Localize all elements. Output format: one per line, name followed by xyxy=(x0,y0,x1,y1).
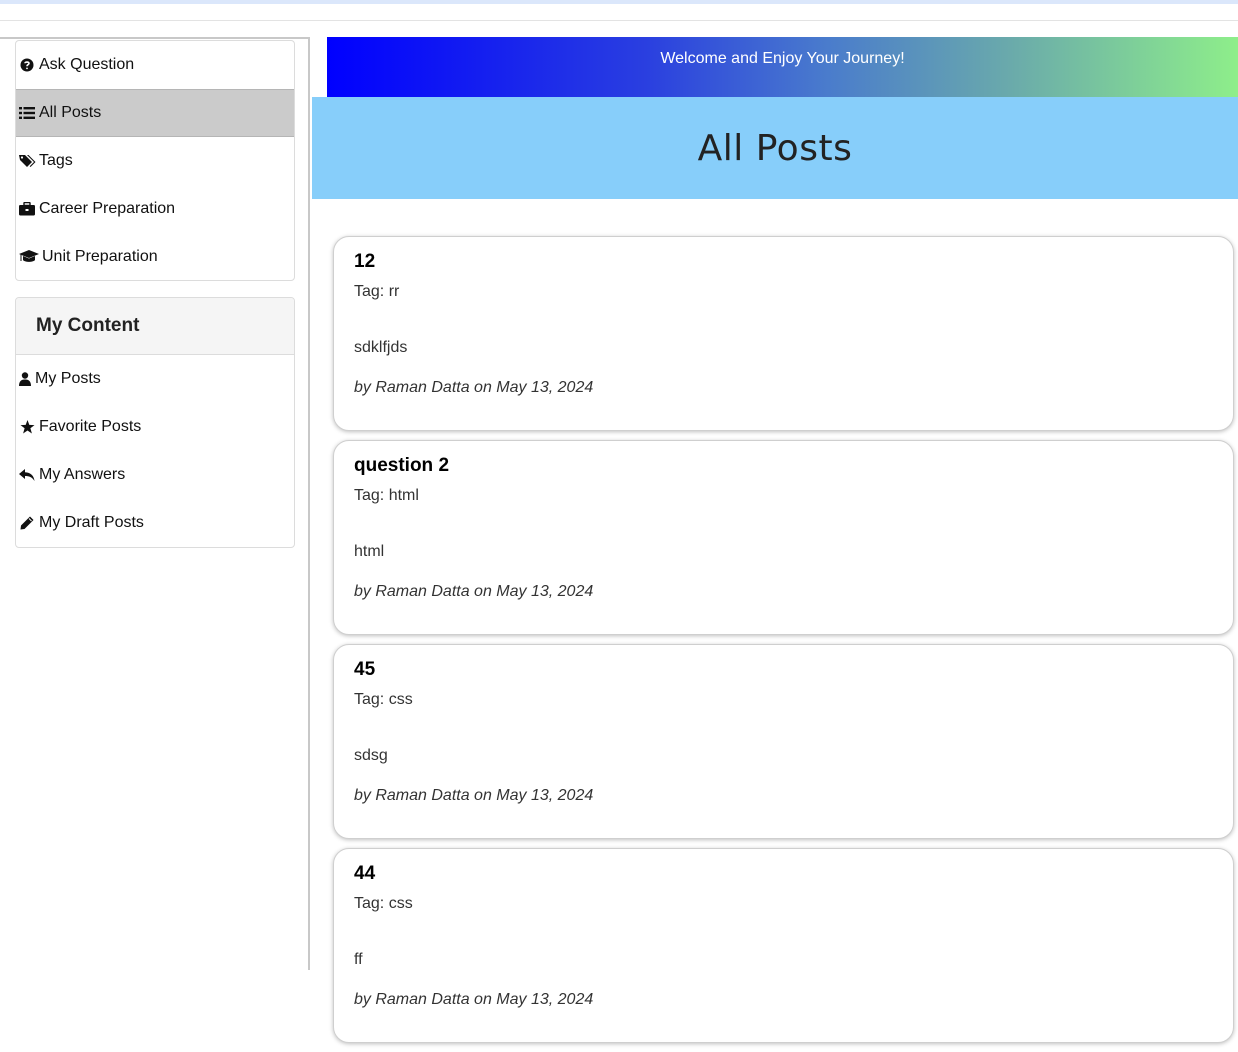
sidebar-item-my-answers[interactable]: My Answers xyxy=(16,451,294,499)
post-body: ff xyxy=(354,951,363,968)
post-body: sdklfjds xyxy=(354,339,408,356)
sidebar-menu: Ask Question All Posts Tags Career Prepa… xyxy=(15,40,295,281)
briefcase-icon xyxy=(18,202,36,216)
post-title[interactable]: question 2 xyxy=(354,455,1213,477)
user-icon xyxy=(18,372,32,386)
sidebar-item-unit-preparation[interactable]: Unit Preparation xyxy=(16,233,294,280)
reply-icon xyxy=(18,468,36,482)
question-circle-icon xyxy=(18,58,36,72)
my-content-panel: My Content My Posts Favorite Posts My An… xyxy=(15,297,295,548)
sidebar-item-my-posts[interactable]: My Posts xyxy=(16,355,294,403)
post-tag: Tag: css xyxy=(354,895,413,912)
pencil-icon xyxy=(18,516,36,530)
my-content-title: My Content xyxy=(16,298,294,355)
sidebar-item-ask-question[interactable]: Ask Question xyxy=(16,41,294,89)
post-card[interactable]: 12 Tag: rr sdklfjds by Raman Datta on Ma… xyxy=(333,236,1234,431)
post-tag: Tag: html xyxy=(354,487,419,504)
sidebar-item-favorite-posts[interactable]: Favorite Posts xyxy=(16,403,294,451)
list-icon xyxy=(18,106,36,120)
graduation-cap-icon xyxy=(18,250,39,264)
post-meta: by Raman Datta on May 13, 2024 xyxy=(354,787,594,804)
sidebar-item-tags[interactable]: Tags xyxy=(16,137,294,185)
sidebar-item-label: All Posts xyxy=(39,104,102,121)
post-tag: Tag: css xyxy=(354,691,413,708)
sidebar-item-all-posts[interactable]: All Posts xyxy=(16,89,294,137)
page-title: All Posts xyxy=(697,127,853,169)
post-title[interactable]: 45 xyxy=(354,659,1213,681)
post-title[interactable]: 44 xyxy=(354,863,1213,885)
sidebar-item-my-draft-posts[interactable]: My Draft Posts xyxy=(16,499,294,547)
post-meta: by Raman Datta on May 13, 2024 xyxy=(354,991,594,1008)
sidebar-item-label: Tags xyxy=(39,152,73,169)
sidebar-item-label: My Answers xyxy=(39,466,126,483)
page-header: All Posts xyxy=(312,97,1238,199)
post-body: html xyxy=(354,543,385,560)
sidebar-item-label: Unit Preparation xyxy=(42,248,158,265)
post-tag: Tag: rr xyxy=(354,283,400,300)
top-divider xyxy=(0,20,1238,21)
post-body: sdsg xyxy=(354,747,388,764)
tags-icon xyxy=(18,154,36,168)
post-card[interactable]: question 2 Tag: html html by Raman Datta… xyxy=(333,440,1234,635)
top-strip xyxy=(0,0,1238,4)
sidebar-item-label: Ask Question xyxy=(39,56,135,73)
star-icon xyxy=(18,420,36,434)
sidebar-item-career-preparation[interactable]: Career Preparation xyxy=(16,185,294,233)
sidebar-item-label: Career Preparation xyxy=(39,200,176,217)
post-card[interactable]: 45 Tag: css sdsg by Raman Datta on May 1… xyxy=(333,644,1234,839)
post-card[interactable]: 44 Tag: css ff by Raman Datta on May 13,… xyxy=(333,848,1234,1043)
post-meta: by Raman Datta on May 13, 2024 xyxy=(354,583,594,600)
sidebar-item-label: Favorite Posts xyxy=(39,418,142,435)
post-title[interactable]: 12 xyxy=(354,251,1213,273)
sidebar-item-label: My Posts xyxy=(35,370,101,387)
sidebar-item-label: My Draft Posts xyxy=(39,514,144,531)
post-list: 12 Tag: rr sdklfjds by Raman Datta on Ma… xyxy=(333,236,1234,1052)
welcome-banner: Welcome and Enjoy Your Journey! xyxy=(327,37,1238,97)
post-meta: by Raman Datta on May 13, 2024 xyxy=(354,379,594,396)
